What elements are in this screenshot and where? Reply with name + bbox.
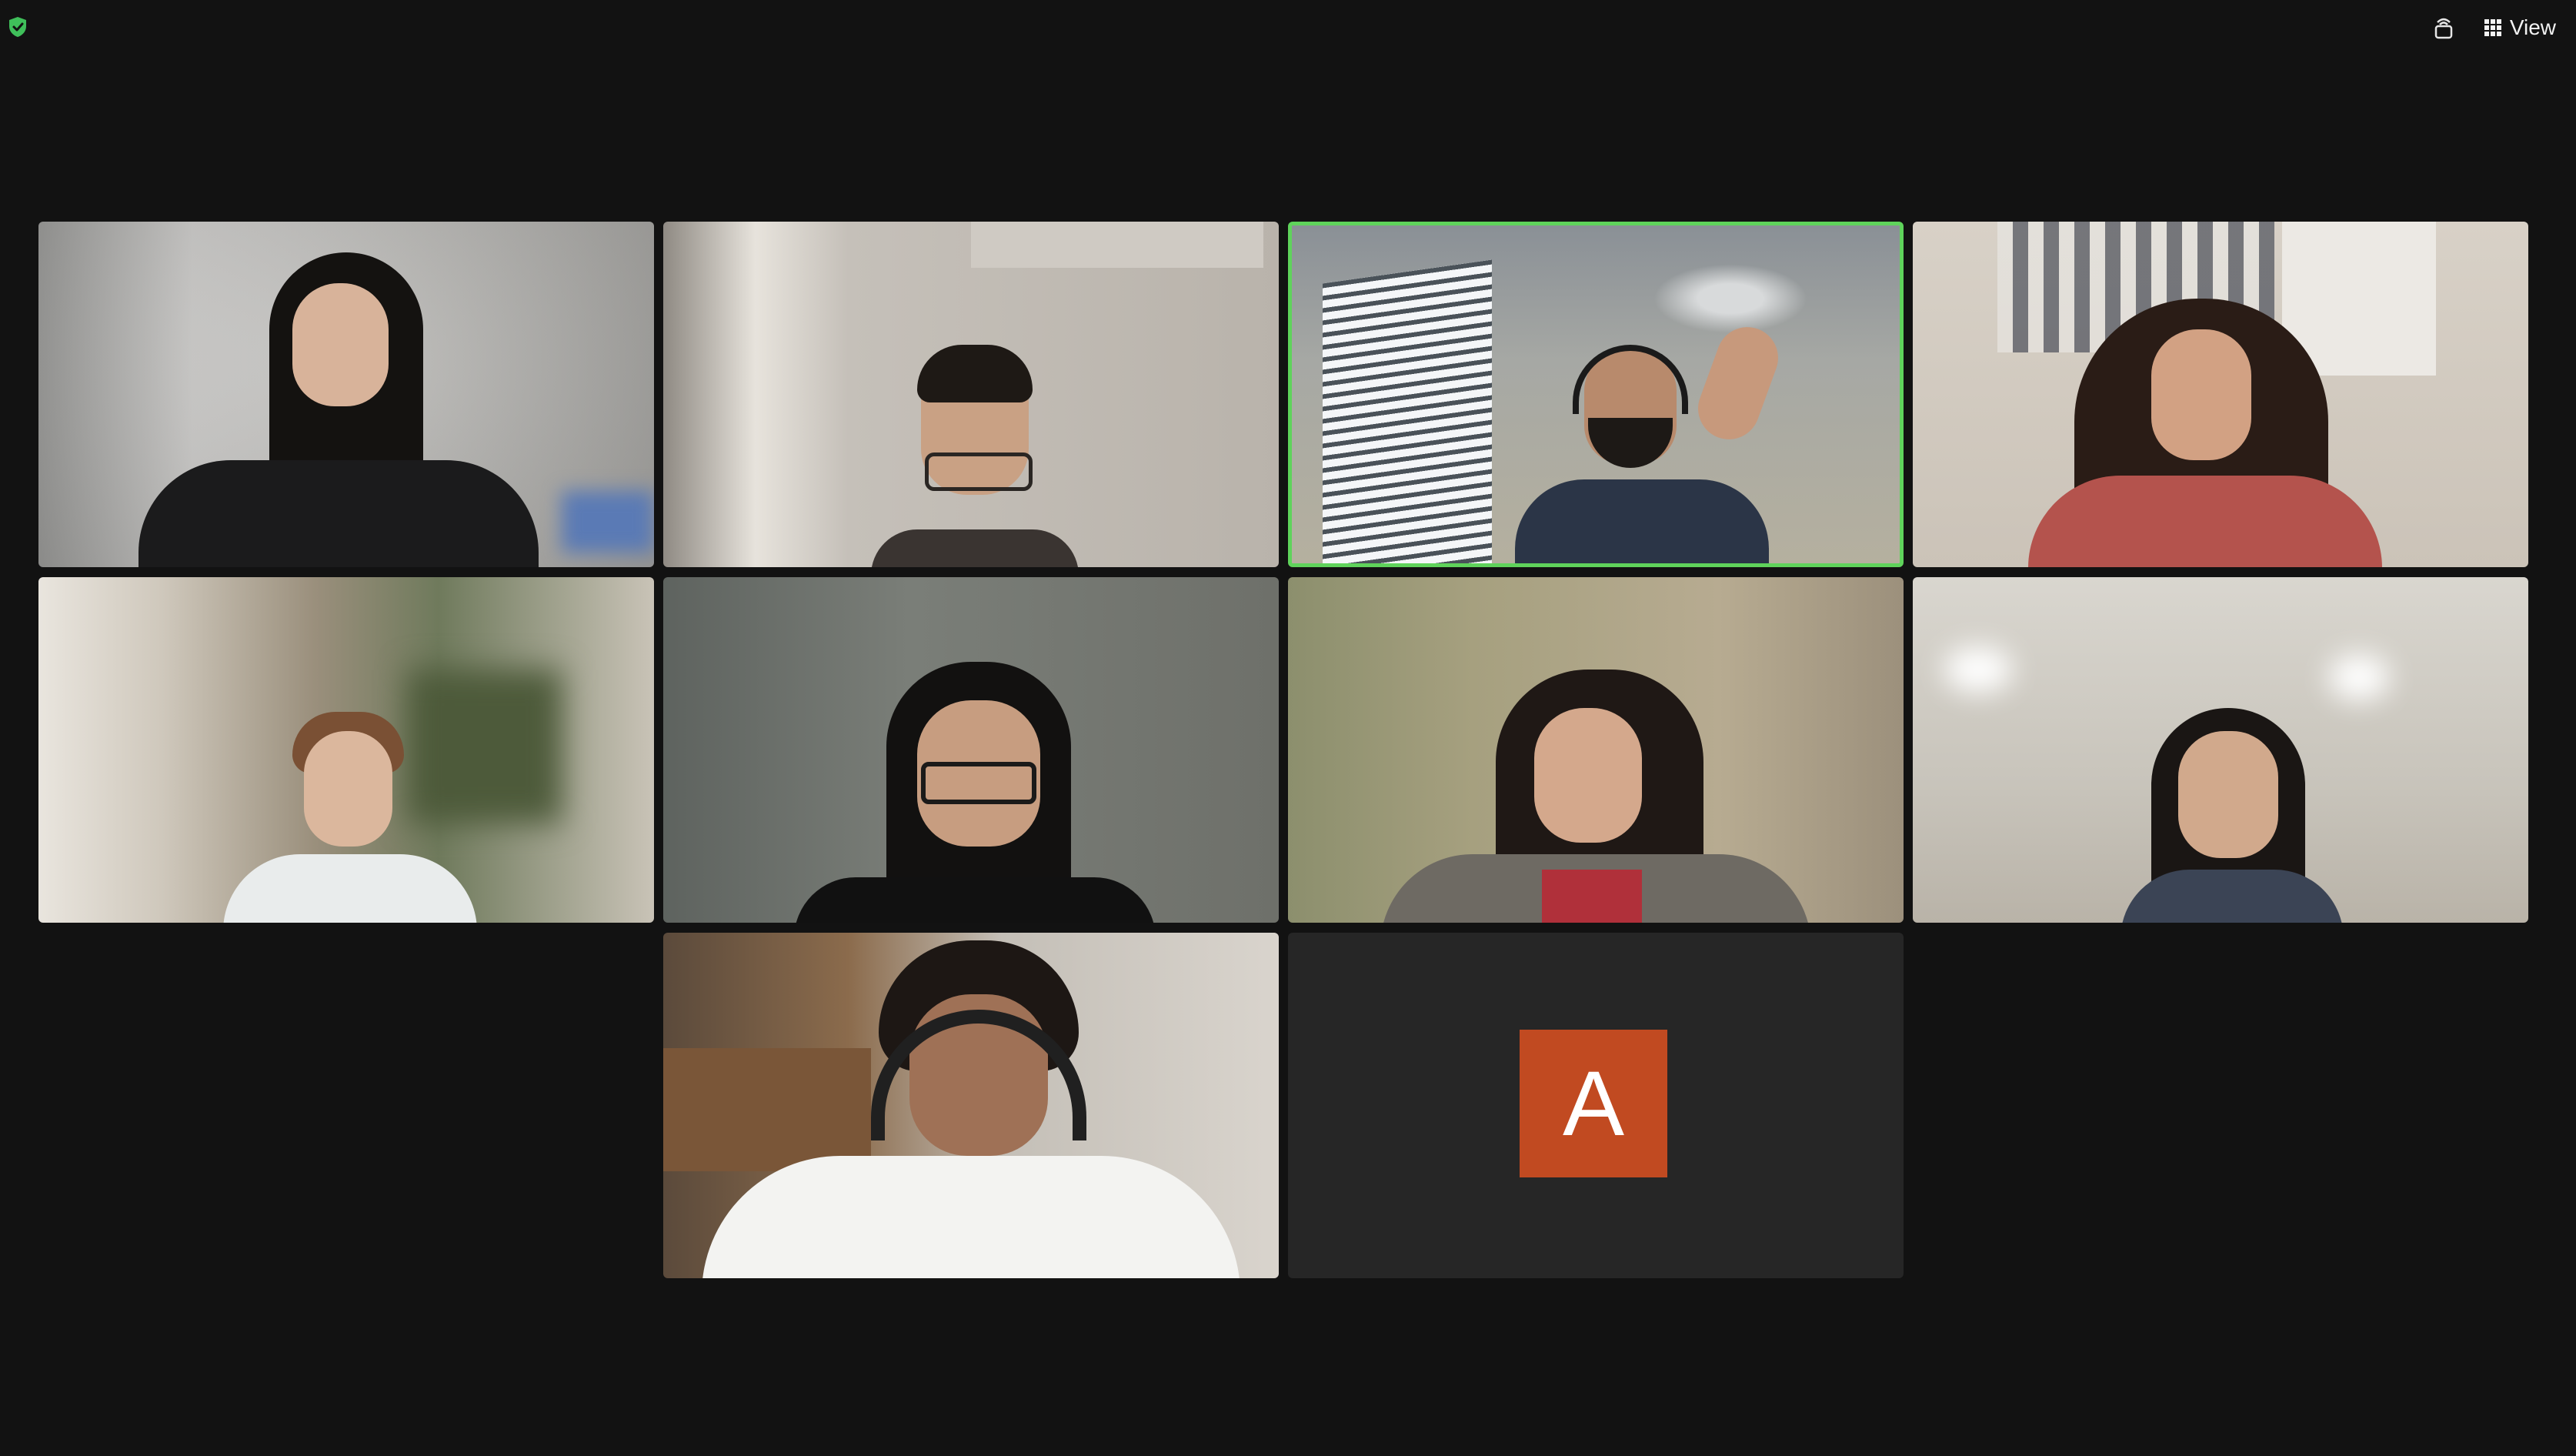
- hand-raised: [1689, 318, 1787, 449]
- ceiling-fan: [1653, 264, 1807, 333]
- person-body: [794, 877, 1156, 923]
- person-hair: [917, 345, 1033, 402]
- background-blue-object: [562, 491, 654, 553]
- person-body: [138, 460, 539, 567]
- shelf: [663, 1048, 871, 1171]
- person-face: [1534, 708, 1642, 843]
- glasses: [921, 762, 1036, 804]
- view-button[interactable]: View: [2484, 15, 2556, 40]
- immersive-view-icon[interactable]: [2430, 14, 2458, 42]
- person-body: [1515, 479, 1769, 563]
- person-face: [2178, 731, 2278, 858]
- glasses: [925, 452, 1033, 491]
- blurred-plants: [408, 670, 562, 823]
- ceiling-light: [1944, 646, 2013, 693]
- shield-check-icon[interactable]: [6, 15, 29, 38]
- participant-video-tile-3-active-speaker[interactable]: [1288, 222, 1904, 567]
- participant-avatar: A: [1520, 1030, 1667, 1177]
- person-face: [2151, 329, 2251, 460]
- person-face: [292, 283, 389, 406]
- participant-video-tile-9[interactable]: [663, 933, 1279, 1278]
- participant-video-tile-7[interactable]: [1288, 577, 1904, 923]
- headset: [1573, 345, 1688, 414]
- person-beard: [1588, 418, 1673, 468]
- person-body: [871, 529, 1079, 567]
- participant-video-tile-1[interactable]: [38, 222, 654, 567]
- participant-avatar-tile-10[interactable]: A: [1288, 933, 1904, 1278]
- ceiling-light: [971, 222, 1263, 268]
- ceiling-light: [2328, 654, 2390, 700]
- red-shirt: [1542, 870, 1642, 923]
- participant-video-tile-8[interactable]: [1913, 577, 2528, 923]
- meeting-top-bar: View: [0, 0, 2576, 54]
- person-body: [223, 854, 477, 923]
- participant-video-tile-2[interactable]: [663, 222, 1279, 567]
- participant-video-tile-4[interactable]: [1913, 222, 2528, 567]
- window-blinds: [1323, 259, 1492, 563]
- person-body: [702, 1156, 1240, 1278]
- person-body: [2028, 476, 2382, 567]
- view-label: View: [2509, 15, 2556, 39]
- participant-video-tile-5[interactable]: [38, 577, 654, 923]
- participant-video-tile-6[interactable]: [663, 577, 1279, 923]
- person-face: [304, 731, 392, 847]
- grid-icon: [2484, 19, 2501, 36]
